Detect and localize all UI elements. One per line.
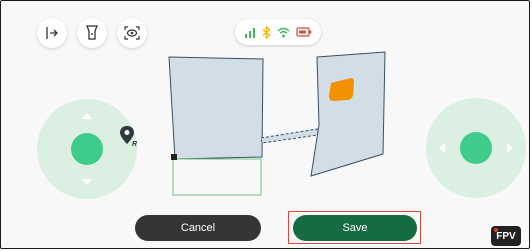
joystick-left-arrow-icon — [439, 143, 445, 153]
corridor — [260, 128, 319, 144]
left-joystick-knob[interactable] — [71, 133, 103, 165]
save-button[interactable]: Save — [293, 215, 417, 241]
flashlight-icon — [86, 25, 98, 40]
right-joystick-knob[interactable] — [460, 132, 492, 164]
pending-area — [172, 158, 262, 196]
map-canvas[interactable] — [161, 49, 391, 199]
cancel-button[interactable]: Cancel — [135, 215, 261, 241]
save-highlight-frame: Save — [288, 211, 421, 244]
flashlight-button[interactable] — [77, 18, 107, 48]
signal-icon — [245, 27, 255, 38]
fpv-button[interactable]: FPV — [491, 226, 521, 246]
recording-dot-icon — [494, 228, 498, 232]
wifi-icon — [277, 27, 290, 37]
camera-eye-icon — [124, 26, 140, 40]
bluetooth-icon — [262, 25, 271, 39]
status-bar — [235, 19, 321, 45]
battery-icon — [296, 27, 312, 37]
exit-button[interactable] — [37, 18, 67, 48]
joystick-right-arrow-icon — [507, 143, 513, 153]
save-label: Save — [342, 222, 368, 234]
right-joystick[interactable] — [426, 98, 526, 198]
robot-marker — [171, 154, 177, 160]
joystick-down-arrow-icon — [82, 179, 92, 185]
fpv-label: FPV — [496, 230, 516, 242]
app-frame: R Cancel Save FPV — [0, 0, 530, 249]
room-right — [310, 51, 386, 177]
joystick-up-arrow-icon — [82, 113, 92, 119]
left-joystick[interactable] — [37, 99, 137, 199]
room-left — [168, 56, 264, 160]
pin-label: R — [132, 141, 137, 147]
location-pin-icon[interactable]: R — [119, 125, 141, 147]
cancel-label: Cancel — [180, 222, 216, 234]
exit-icon — [46, 27, 58, 39]
camera-eye-button[interactable] — [117, 18, 147, 48]
